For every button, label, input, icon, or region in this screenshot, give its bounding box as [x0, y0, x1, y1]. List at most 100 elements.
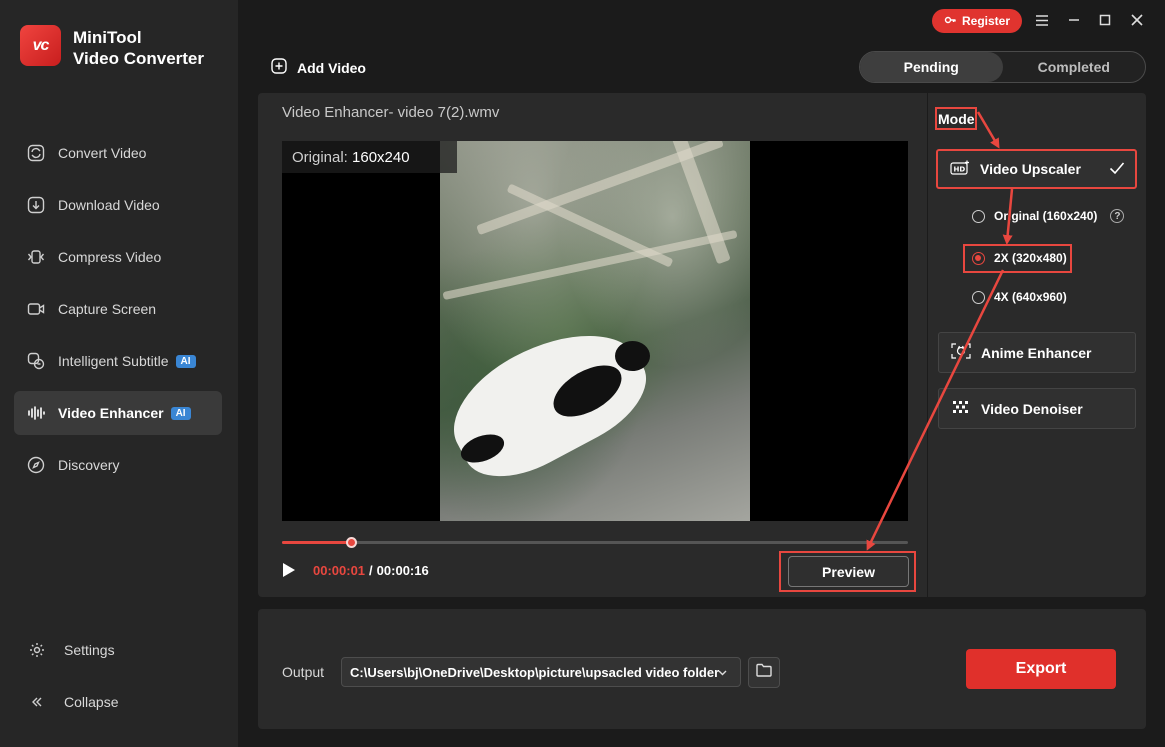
app-title-line1: MiniTool	[73, 28, 142, 47]
panel-divider	[927, 93, 928, 597]
play-icon	[282, 563, 296, 582]
frame-detail	[442, 229, 738, 301]
add-square-icon	[271, 58, 287, 77]
progress-slider[interactable]	[282, 537, 908, 548]
maximize-icon	[1099, 13, 1111, 29]
sidebar-item-label: Convert Video	[58, 145, 147, 161]
radio-original-label: Original (160x240)	[994, 209, 1098, 223]
collapse-button[interactable]: Collapse	[26, 694, 216, 710]
sidebar-item-label: Discovery	[58, 457, 120, 473]
original-prefix: Original:	[292, 149, 348, 166]
subtitle-icon	[26, 351, 46, 371]
app-logo-text: vc	[32, 36, 50, 54]
radio-4x[interactable]: 4X (640x960)	[972, 290, 1067, 304]
original-resolution-label: Original: 160x240	[282, 141, 457, 173]
sidebar-nav: Convert Video Download Video Compress Vi…	[14, 131, 222, 495]
video-denoiser-option[interactable]: Video Denoiser	[938, 388, 1136, 429]
sidebar-item-convert-video[interactable]: Convert Video	[14, 131, 222, 175]
folder-icon	[756, 663, 772, 682]
sidebar-item-label: Video Enhancer	[58, 405, 164, 421]
add-video-label: Add Video	[297, 59, 366, 76]
video-upscaler-option[interactable]: HD Video Upscaler	[936, 149, 1137, 189]
minimize-button[interactable]	[1063, 10, 1085, 32]
video-preview[interactable]: Original: 160x240	[282, 141, 908, 521]
sidebar: vc MiniTool Video Converter Convert Vide…	[0, 0, 238, 747]
sidebar-item-video-enhancer[interactable]: Video Enhancer AI	[14, 391, 222, 435]
ai-badge: AI	[170, 406, 191, 420]
radio-button[interactable]	[972, 209, 985, 223]
app-title-line2: Video Converter	[73, 49, 205, 68]
sidebar-item-download-video[interactable]: Download Video	[14, 183, 222, 227]
help-icon[interactable]: ?	[1110, 209, 1125, 223]
close-icon	[1131, 13, 1143, 29]
sidebar-item-label: Intelligent Subtitle	[58, 353, 169, 369]
status-tabs: Pending Completed	[859, 51, 1146, 83]
chevron-down-icon	[717, 666, 728, 681]
hamburger-icon	[1036, 13, 1048, 29]
compress-icon	[26, 247, 46, 267]
radio-4x-label: 4X (640x960)	[994, 290, 1067, 304]
camera-icon	[26, 299, 46, 319]
convert-icon	[26, 143, 46, 163]
sidebar-item-label: Compress Video	[58, 249, 162, 265]
time-display: 00:00:01/00:00:16	[313, 563, 429, 578]
app-title: MiniTool Video Converter	[73, 27, 204, 69]
register-label: Register	[961, 14, 1011, 28]
tab-pending[interactable]: Pending	[860, 52, 1003, 82]
progress-fill	[282, 541, 351, 544]
current-time: 00:00:01	[313, 563, 366, 578]
app-logo: vc	[20, 25, 61, 66]
close-button[interactable]	[1126, 10, 1148, 32]
video-upscaler-label: Video Upscaler	[980, 161, 1081, 177]
checkmark-icon	[1109, 161, 1125, 178]
maximize-button[interactable]	[1094, 10, 1116, 32]
video-frame-image	[433, 141, 750, 521]
play-button[interactable]	[282, 562, 298, 578]
output-label: Output	[282, 664, 325, 680]
hd-icon: HD	[950, 160, 970, 179]
frame-detail	[433, 305, 663, 497]
collapse-label: Collapse	[64, 694, 119, 710]
radio-2x-label: 2X (320x480)	[994, 251, 1067, 265]
register-button[interactable]: Register	[932, 9, 1022, 33]
preview-button[interactable]: Preview	[788, 556, 909, 587]
sidebar-item-discovery[interactable]: Discovery	[14, 443, 222, 487]
denoise-icon	[951, 399, 971, 418]
double-chevron-left-icon	[26, 695, 48, 709]
total-time: 00:00:16	[376, 563, 429, 578]
anime-icon	[951, 343, 971, 362]
time-separator: /	[369, 563, 373, 578]
original-size: 160x240	[352, 149, 410, 166]
settings-label: Settings	[64, 642, 115, 658]
radio-original[interactable]: Original (160x240) ?	[972, 209, 1125, 223]
anime-enhancer-option[interactable]: Anime Enhancer	[938, 332, 1136, 373]
frame-detail	[506, 183, 674, 268]
progress-thumb[interactable]	[345, 537, 357, 548]
settings-button[interactable]: Settings	[26, 642, 216, 658]
sidebar-item-capture-screen[interactable]: Capture Screen	[14, 287, 222, 331]
output-path-value: C:\Users\bj\OneDrive\Desktop\picture\ups…	[350, 664, 720, 680]
video-denoiser-label: Video Denoiser	[981, 400, 1083, 417]
gear-icon	[26, 642, 48, 658]
tab-completed[interactable]: Completed	[1003, 52, 1146, 82]
compass-icon	[26, 455, 46, 475]
ai-badge: AI	[175, 354, 196, 368]
sidebar-item-compress-video[interactable]: Compress Video	[14, 235, 222, 279]
output-path-select[interactable]: C:\Users\bj\OneDrive\Desktop\picture\ups…	[341, 657, 741, 687]
sidebar-item-label: Capture Screen	[58, 301, 157, 317]
video-title: Video Enhancer- video 7(2).wmv	[282, 104, 500, 121]
browse-folder-button[interactable]	[748, 657, 780, 688]
radio-2x[interactable]: 2X (320x480)	[972, 251, 1067, 265]
sidebar-item-intelligent-subtitle[interactable]: Intelligent Subtitle AI	[14, 339, 222, 383]
menu-button[interactable]	[1031, 10, 1053, 32]
radio-button[interactable]	[972, 251, 985, 265]
anime-enhancer-label: Anime Enhancer	[981, 344, 1092, 361]
radio-button[interactable]	[972, 290, 985, 304]
waveform-icon	[26, 403, 46, 423]
export-button[interactable]: Export	[966, 649, 1116, 689]
sidebar-item-label: Download Video	[58, 197, 160, 213]
mode-highlight	[935, 107, 977, 130]
download-icon	[26, 195, 46, 215]
add-video-button[interactable]: Add Video	[271, 58, 366, 77]
frame-detail	[615, 341, 650, 371]
